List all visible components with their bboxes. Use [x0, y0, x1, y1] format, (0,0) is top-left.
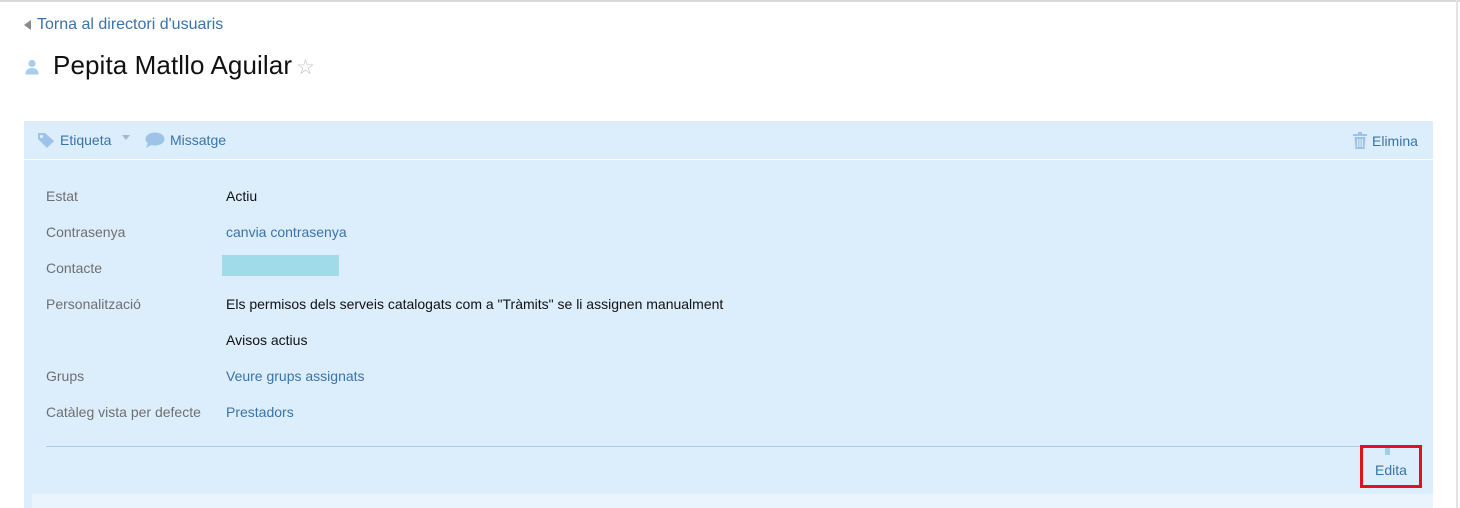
panel-footer: [32, 494, 1433, 508]
delete-label: Elimina: [1372, 132, 1418, 149]
page-title: Pepita Matllo Aguilar: [53, 50, 293, 80]
field-row-contact: Contacte: [46, 251, 946, 287]
user-detail-panel: Etiqueta Missatge Elimina Estat Actiu Co…: [24, 121, 1433, 508]
section-divider: [46, 446, 1423, 447]
status-value: Actiu: [226, 188, 258, 204]
field-label: Grups: [46, 368, 85, 384]
field-label: Personalització: [46, 296, 141, 312]
field-label: Catàleg vista per defecte: [46, 404, 201, 420]
delete-button[interactable]: Elimina: [1353, 132, 1418, 149]
redacted-contact-value: [222, 255, 339, 276]
field-label: Contacte: [46, 260, 103, 276]
panel-toolbar: Etiqueta Missatge Elimina: [24, 121, 1433, 160]
permissions-note: Els permisos dels serveis catalogats com…: [226, 296, 724, 312]
chevron-down-icon: [122, 134, 131, 140]
user-icon: [25, 59, 39, 74]
tag-label: Etiqueta: [60, 132, 112, 148]
window-right-border: [1456, 0, 1458, 508]
field-row-personalization: Personalització Els permisos dels servei…: [46, 287, 946, 323]
tag-icon: [38, 133, 54, 148]
speech-bubble-icon: [145, 132, 165, 148]
view-groups-link[interactable]: Veure grups assignats: [226, 368, 365, 384]
back-link-label: Torna al directori d'usuaris: [37, 16, 224, 33]
message-button[interactable]: Missatge: [145, 132, 226, 148]
message-label: Missatge: [170, 132, 227, 148]
default-catalog-link[interactable]: Prestadors: [226, 404, 294, 420]
field-row-status: Estat Actiu: [46, 179, 946, 215]
field-row-password: Contrasenya canvia contrasenya: [46, 215, 946, 251]
back-arrow-icon: [24, 20, 31, 30]
field-row-notifications: Avisos actius: [46, 323, 946, 359]
notifications-status: Avisos actius: [226, 332, 308, 348]
edit-button[interactable]: Edita: [1360, 445, 1422, 488]
field-label: Contrasenya: [46, 224, 126, 240]
field-row-groups: Grups Veure grups assignats: [46, 359, 946, 395]
page-header: Pepita Matllo Aguilar ☆: [24, 50, 315, 81]
field-label: Estat: [46, 188, 78, 204]
back-to-directory-link[interactable]: Torna al directori d'usuaris: [24, 16, 223, 34]
trash-icon: [1353, 132, 1367, 149]
field-row-default-catalog: Catàleg vista per defecte Prestadors: [46, 395, 946, 431]
window-top-border: [0, 0, 1460, 2]
edit-label: Edita: [1375, 462, 1407, 478]
change-password-link[interactable]: canvia contrasenya: [226, 224, 347, 240]
tag-dropdown-button[interactable]: Etiqueta: [37, 132, 131, 148]
favorite-star-icon[interactable]: ☆: [296, 55, 315, 80]
edit-marker-icon: [1385, 448, 1390, 455]
